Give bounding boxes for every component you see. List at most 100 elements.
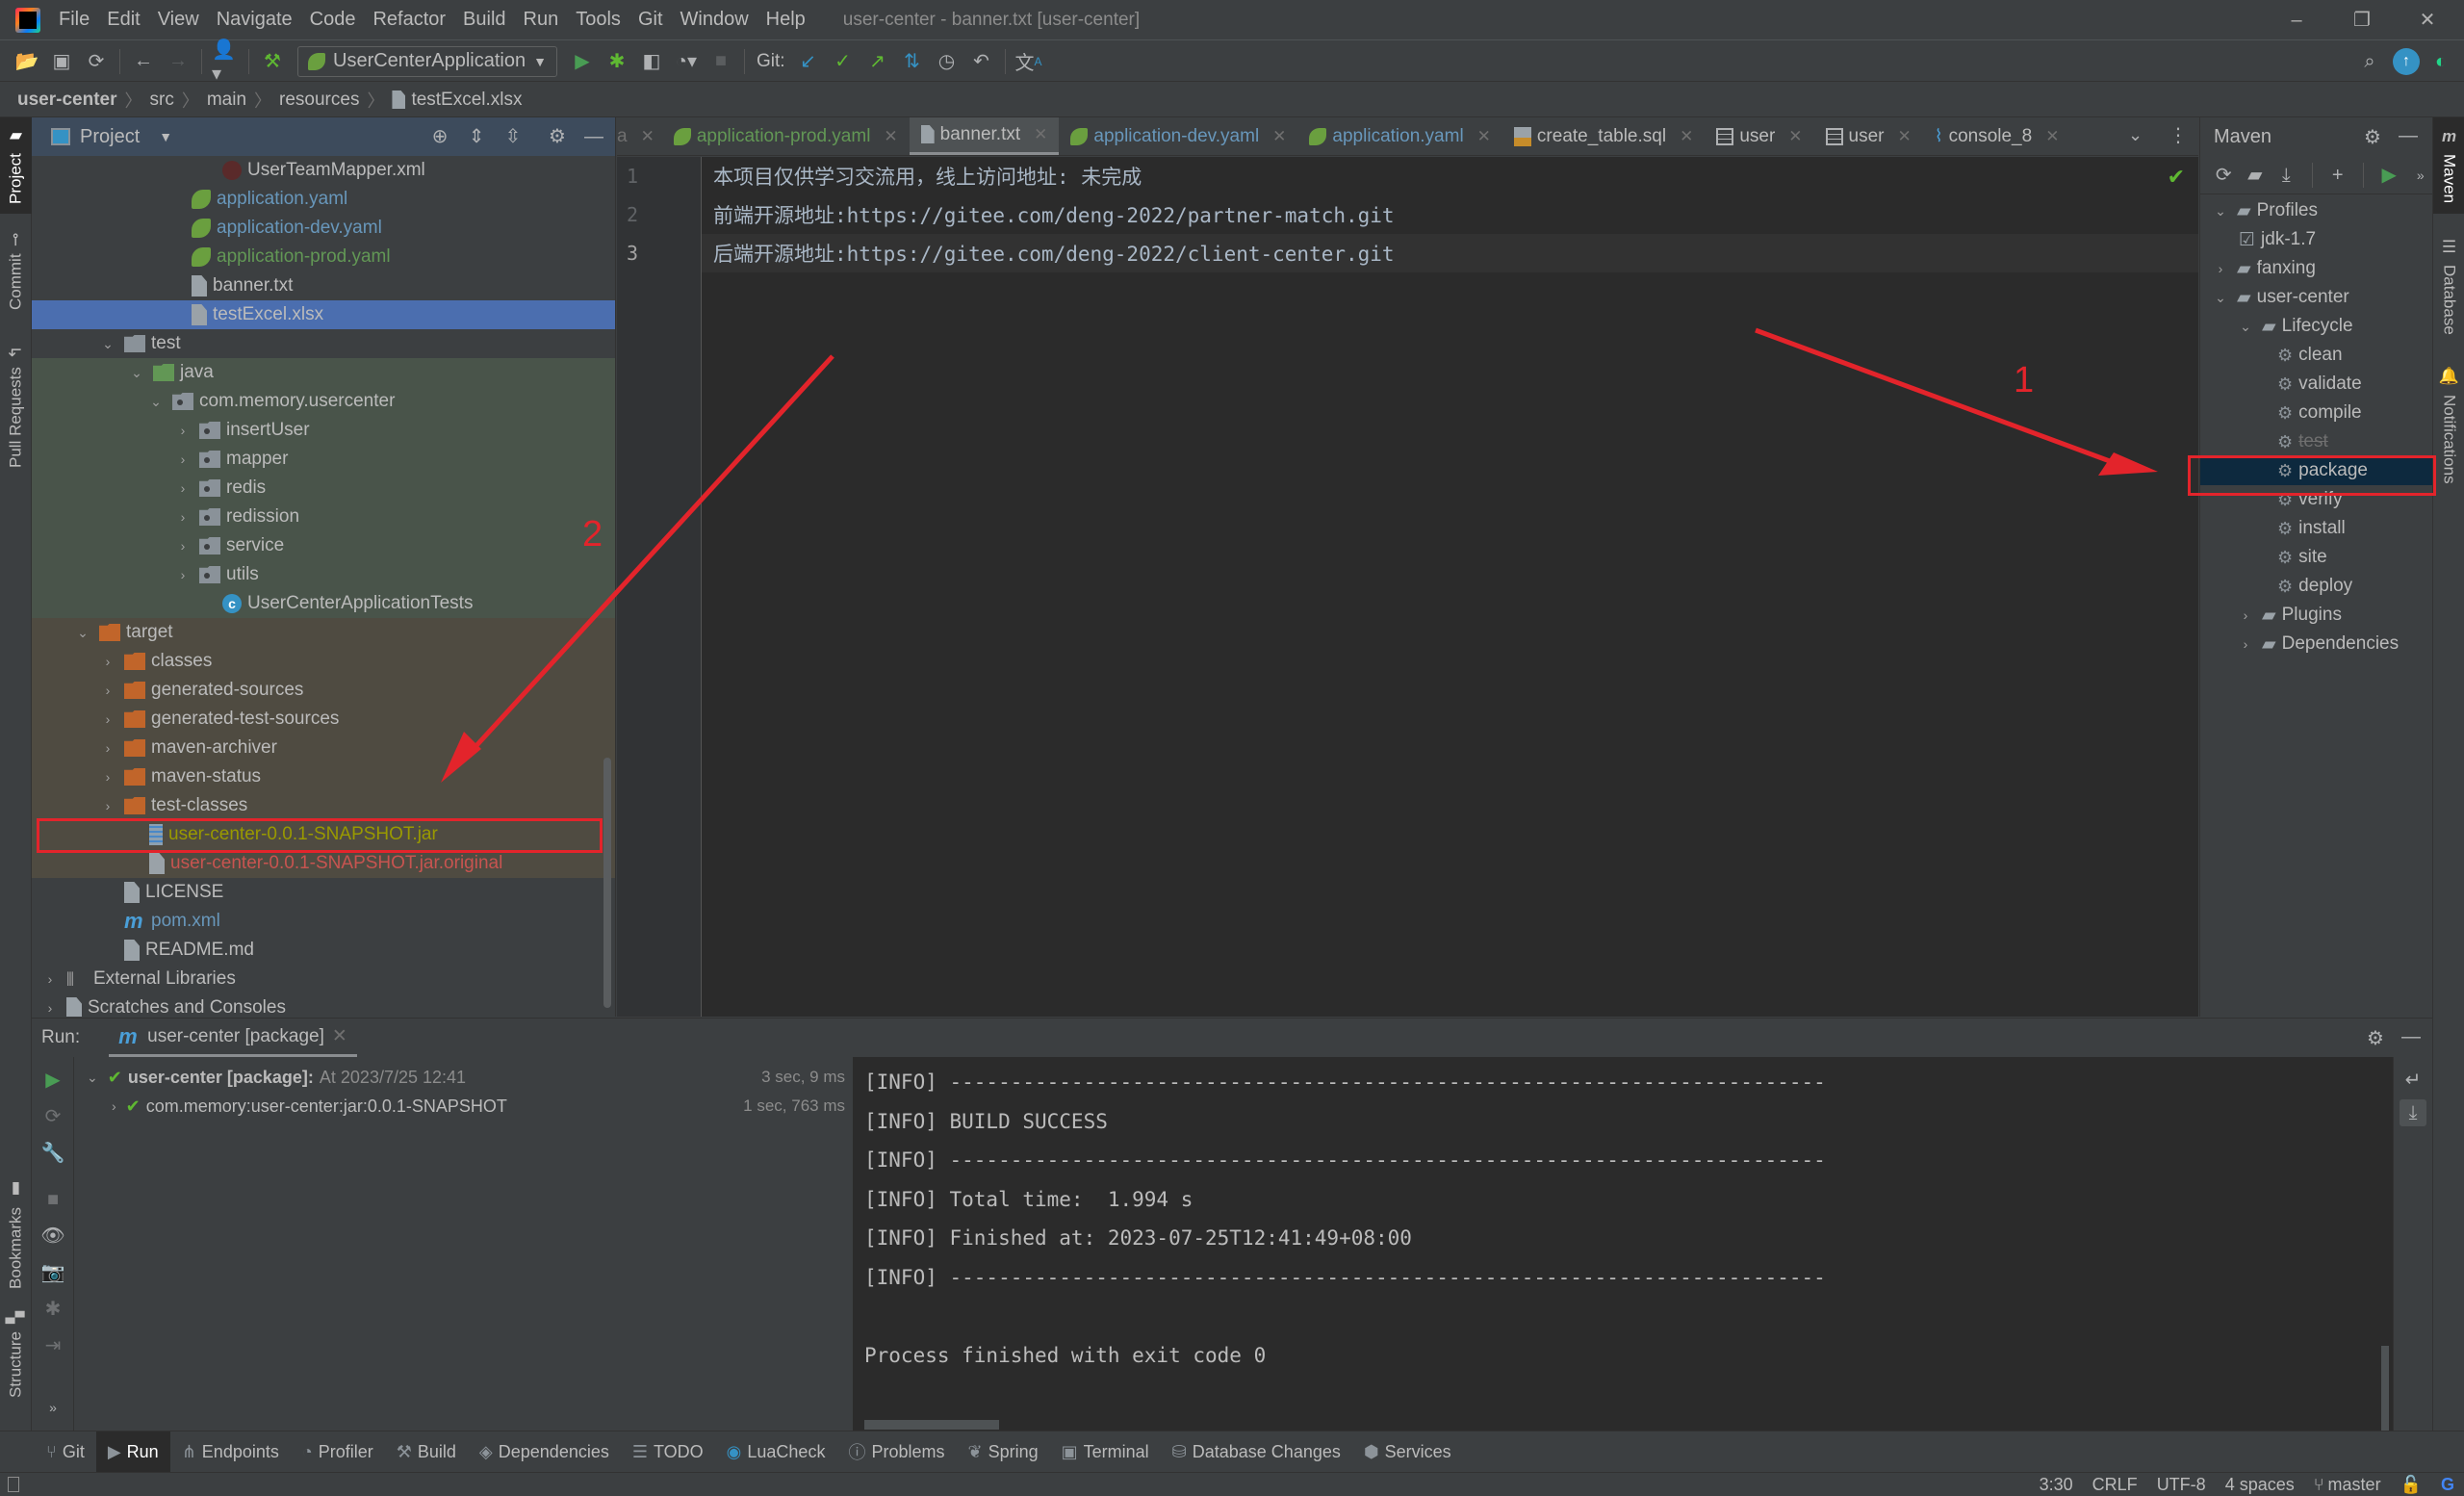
editor-tab[interactable]: a ✕ [617, 117, 662, 155]
breadcrumb-item-resources[interactable]: resources [279, 90, 359, 111]
tool-window-button-dependencies[interactable]: ◈ Dependencies [468, 1432, 621, 1473]
chevron-down-icon[interactable]: ⌄ [2212, 203, 2229, 219]
tree-item[interactable]: › mapper [32, 445, 615, 474]
forward-arrow-icon[interactable]: → [165, 48, 192, 75]
editor-tab[interactable]: application-prod.yaml ✕ [662, 117, 910, 155]
tree-item[interactable]: › utils [32, 560, 615, 589]
hide-panel-icon[interactable]: — [2401, 1026, 2421, 1048]
tree-item[interactable]: › maven-status [32, 762, 615, 791]
chevron-right-icon[interactable]: › [174, 509, 192, 525]
caret-position[interactable]: 3:30 [2040, 1475, 2073, 1495]
tree-item[interactable]: › classes [32, 647, 615, 676]
eye-icon[interactable]: 👁 [39, 1223, 66, 1250]
toolbox-icon[interactable]: ◐ [2427, 48, 2454, 75]
stop-icon[interactable]: ■ [707, 48, 734, 75]
generate-sources-icon[interactable]: ▰ [2244, 163, 2268, 188]
tree-item[interactable]: ⌄ test [32, 329, 615, 358]
chevron-right-icon[interactable]: › [2237, 607, 2254, 623]
editor-tab[interactable]: user ✕ [1705, 117, 1813, 155]
tool-window-button-luacheck[interactable]: ◉ LuaCheck [715, 1432, 837, 1473]
update-icon[interactable]: ↑ [2393, 48, 2420, 75]
open-folder-icon[interactable]: 📂 [13, 48, 40, 75]
rerun-failed-icon[interactable]: ⟳ [39, 1103, 66, 1130]
horizontal-scrollbar[interactable] [864, 1420, 999, 1430]
download-sources-icon[interactable]: ⤓ [2274, 163, 2298, 188]
chevron-down-icon[interactable]: ⌄ [74, 625, 91, 641]
minimize-button[interactable]: – [2277, 6, 2316, 35]
maven-tree-item[interactable]: › ▰ Plugins [2200, 601, 2433, 630]
chevron-down-icon[interactable]: ▼ [159, 129, 172, 144]
tool-tab-commit[interactable]: Commit ⊸ [0, 223, 32, 320]
git-update-icon[interactable]: ↙ [795, 48, 822, 75]
menu-window[interactable]: Window [672, 9, 757, 31]
chevron-right-icon[interactable]: › [174, 423, 192, 438]
tree-item[interactable]: ⌄ java [32, 358, 615, 387]
chevron-right-icon[interactable]: › [99, 683, 116, 698]
code-line[interactable]: 本项目仅供学习交流用，线上访问地址: 未完成 [702, 157, 2198, 195]
tree-item[interactable]: README.md [32, 936, 615, 965]
tree-item[interactable]: application-dev.yaml [32, 214, 615, 243]
tree-item[interactable]: banner.txt [32, 271, 615, 300]
scroll-to-end-icon[interactable]: ⤓ [2400, 1099, 2426, 1126]
maven-tree-item[interactable]: ⌄ ▰ user-center [2200, 283, 2433, 312]
tool-window-button-todo[interactable]: ☰ TODO [621, 1432, 715, 1473]
tool-window-button-endpoints[interactable]: ⋔ Endpoints [170, 1432, 291, 1473]
gear-icon[interactable]: ⚙ [2364, 125, 2381, 149]
tool-tab-bookmarks[interactable]: Bookmarks ▮ [0, 1176, 32, 1292]
chevron-right-icon[interactable]: › [174, 451, 192, 467]
menu-edit[interactable]: Edit [98, 9, 148, 31]
editor-tab[interactable]: ⌇ console_8 ✕ [1923, 117, 2071, 155]
tree-item[interactable]: UserTeamMapper.xml [32, 156, 615, 185]
google-icon[interactable]: G [2441, 1475, 2454, 1495]
tree-item[interactable]: ⌄ com.memory.usercenter [32, 387, 615, 416]
project-panel-title[interactable]: Project [80, 126, 140, 148]
more-actions-icon[interactable]: » [2408, 163, 2432, 188]
run-configuration-selector[interactable]: UserCenterApplication ▼ [297, 45, 557, 77]
tree-item[interactable]: › redission [32, 503, 615, 531]
git-fetch-icon[interactable]: ⇅ [899, 48, 926, 75]
tool-tab-project[interactable]: Project ▰ [0, 117, 32, 214]
save-icon[interactable]: ▣ [48, 48, 75, 75]
more-options-icon[interactable]: ⋮ [2169, 123, 2188, 147]
run-maven-build-icon[interactable]: ▶ [2377, 163, 2401, 188]
toggle-tool-windows-icon[interactable] [8, 1477, 19, 1492]
add-maven-project-icon[interactable]: + [2325, 163, 2349, 188]
maven-tree-item[interactable]: › ▰ Dependencies [2200, 630, 2433, 658]
maven-tree-item[interactable]: ⌄ ▰ Lifecycle [2200, 312, 2433, 341]
rerun-icon[interactable]: ▶ [39, 1067, 66, 1094]
git-rollback-icon[interactable]: ↶ [968, 48, 995, 75]
tree-item[interactable]: m pom.xml [32, 907, 615, 936]
tree-item[interactable]: › redis [32, 474, 615, 503]
menu-tools[interactable]: Tools [567, 9, 629, 31]
close-button[interactable]: ✕ [2408, 6, 2447, 35]
no-problems-check-icon[interactable]: ✔ [2168, 165, 2185, 190]
tool-window-button-services[interactable]: ⬢ Services [1352, 1432, 1463, 1473]
tool-window-button-profiler[interactable]: ◔ Profiler [291, 1432, 385, 1473]
tree-item[interactable]: › Scratches and Consoles [32, 993, 615, 1017]
tool-window-button-build[interactable]: ⚒ Build [385, 1432, 468, 1473]
chevron-down-icon[interactable]: ⌄ [99, 336, 116, 352]
console-output[interactable]: [INFO] ... [INFO] ----------------------… [853, 1057, 2393, 1432]
file-encoding[interactable]: UTF-8 [2157, 1475, 2206, 1495]
editor-tab[interactable]: user ✕ [1814, 117, 1923, 155]
tree-item[interactable]: LICENSE [32, 878, 615, 907]
menu-git[interactable]: Git [629, 9, 672, 31]
chevron-right-icon[interactable]: › [2237, 636, 2254, 652]
chevron-right-icon[interactable]: › [112, 1098, 116, 1114]
git-history-icon[interactable]: ◷ [934, 48, 961, 75]
tree-item[interactable]: ⌄ target [32, 618, 615, 647]
import-icon[interactable]: ⇥ [39, 1332, 66, 1359]
editor-tab[interactable]: application.yaml ✕ [1297, 117, 1502, 155]
maven-tree-item[interactable]: ⌄ ▰ Profiles [2200, 196, 2433, 225]
tool-tab-database[interactable]: ☰ Database [2433, 228, 2464, 344]
tree-item[interactable]: c UserCenterApplicationTests [32, 589, 615, 618]
code-line[interactable]: 后端开源地址:https://gitee.com/deng-2022/clien… [702, 234, 2198, 272]
chevron-right-icon[interactable]: › [174, 567, 192, 582]
unlock-icon[interactable]: 🔓 [2400, 1475, 2422, 1495]
menu-help[interactable]: Help [757, 9, 814, 31]
wrench-icon[interactable]: 🔧 [39, 1140, 66, 1167]
menu-file[interactable]: File [50, 9, 98, 31]
git-branch[interactable]: master [2328, 1475, 2381, 1495]
gear-icon[interactable]: ⚙ [2367, 1026, 2384, 1050]
chevron-down-icon[interactable]: ⌄ [87, 1070, 98, 1086]
